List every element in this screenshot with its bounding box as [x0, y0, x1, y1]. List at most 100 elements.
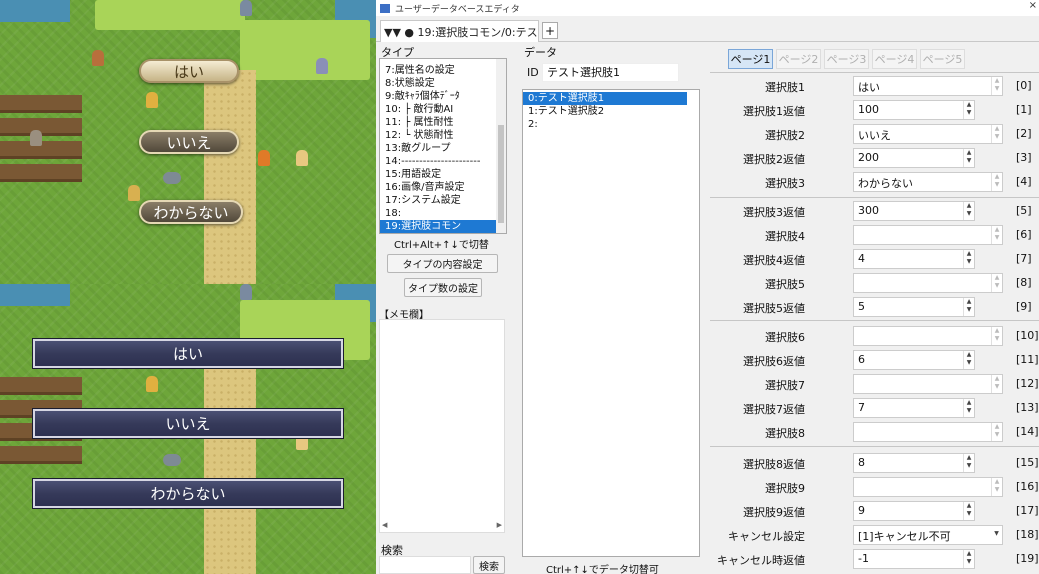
document-tab[interactable]: ▼▼ ● 19:選択肢コモン/0:テス…: [380, 20, 539, 42]
number-input[interactable]: 4 ▲ ▼: [853, 249, 975, 269]
close-icon[interactable]: ×: [1029, 0, 1039, 11]
data-list[interactable]: 0:テスト選択肢1 1:テスト選択肢2 2:: [522, 89, 700, 557]
type-count-settings-button[interactable]: タイプ数の設定: [404, 278, 482, 297]
choice-oval-top-1: いいえ: [139, 130, 239, 154]
scroll-arrows-icon[interactable]: ▲ ▼: [991, 478, 1002, 496]
type-list-item[interactable]: 7:属性名の設定: [380, 64, 506, 77]
number-input[interactable]: 300 ▲ ▼: [853, 201, 975, 221]
type-list-item[interactable]: 11: ├ 属性耐性: [380, 116, 506, 129]
page-tab-2[interactable]: ページ2: [776, 49, 821, 69]
text-input[interactable]: ▲ ▼: [853, 273, 1003, 293]
spinner-icon[interactable]: ▲ ▼: [963, 202, 974, 220]
spinner-icon[interactable]: ▲ ▼: [963, 351, 974, 369]
number-input[interactable]: 9 ▲ ▼: [853, 501, 975, 521]
spinner-icon[interactable]: ▲ ▼: [963, 298, 974, 316]
spinner-icon[interactable]: ▲ ▼: [963, 502, 974, 520]
field-row: 選択肢5返値 5 ▲ ▼ [9]: [712, 296, 1037, 318]
text-input[interactable]: ▲ ▼: [853, 374, 1003, 394]
text-input[interactable]: ▲ ▼: [853, 225, 1003, 245]
spinner-icon[interactable]: ▲ ▼: [963, 149, 974, 167]
scroll-arrows-icon[interactable]: ▲ ▼: [991, 327, 1002, 345]
field-index: [9]: [1016, 300, 1032, 313]
app-icon: [380, 3, 390, 13]
scroll-arrows-icon[interactable]: ▲ ▼: [991, 375, 1002, 393]
type-list-item[interactable]: 17:システム設定: [380, 194, 506, 207]
dropdown-arrow-icon[interactable]: ▼: [991, 526, 1002, 544]
type-content-settings-button[interactable]: タイプの内容設定: [387, 254, 498, 273]
scrollbar-thumb[interactable]: [498, 125, 504, 223]
field-index: [17]: [1016, 504, 1039, 517]
field-label: 選択肢4: [765, 230, 805, 243]
number-input[interactable]: 7 ▲ ▼: [853, 398, 975, 418]
villager-sprite: [296, 150, 308, 166]
type-list-item[interactable]: 8:状態設定: [380, 77, 506, 90]
type-list-item[interactable]: 19:選択肢コモン: [380, 220, 506, 233]
data-list-item[interactable]: 1:テスト選択肢2: [523, 105, 687, 118]
search-button[interactable]: 検索: [473, 556, 505, 574]
text-input[interactable]: わからない ▲ ▼: [853, 172, 1003, 192]
text-input[interactable]: ▲ ▼: [853, 326, 1003, 346]
data-list-item[interactable]: 0:テスト選択肢1: [523, 92, 687, 105]
add-tab-button[interactable]: +: [542, 22, 558, 39]
field-row: 選択肢3 わからない ▲ ▼ [4]: [712, 171, 1037, 193]
type-list-item[interactable]: 12: └ 状態耐性: [380, 129, 506, 142]
field-value: 7: [858, 401, 865, 414]
scroll-left-icon[interactable]: ◀: [382, 521, 387, 529]
dirt-path: [204, 70, 256, 284]
scroll-arrows-icon[interactable]: ▲ ▼: [991, 226, 1002, 244]
type-list-item[interactable]: 9:敵ｷｬﾗ個体ﾃﾞｰﾀ: [380, 90, 506, 103]
type-list-item[interactable]: 18:: [380, 207, 506, 220]
grass-patch: [240, 20, 370, 80]
field-index: [0]: [1016, 79, 1032, 92]
field-row: 選択肢1 はい ▲ ▼ [0]: [712, 75, 1037, 97]
scroll-arrows-icon[interactable]: ▲ ▼: [991, 173, 1002, 191]
type-list-item[interactable]: 15:用語設定: [380, 168, 506, 181]
memo-textarea[interactable]: ◀ ▶: [379, 319, 505, 533]
field-label: キャンセル時返値: [717, 554, 805, 567]
scroll-arrows-icon[interactable]: ▲ ▼: [991, 423, 1002, 441]
field-label: 選択肢3: [765, 177, 805, 190]
scroll-arrows-icon[interactable]: ▲ ▼: [991, 125, 1002, 143]
text-input[interactable]: ▲ ▼: [853, 477, 1003, 497]
field-index: [18]: [1016, 528, 1039, 541]
type-list-item[interactable]: 10: ├ 敵行動AI: [380, 103, 506, 116]
page-tab-3[interactable]: ページ3: [824, 49, 869, 69]
scroll-arrows-icon[interactable]: ▲ ▼: [991, 274, 1002, 292]
number-input[interactable]: 100 ▲ ▼: [853, 100, 975, 120]
number-input[interactable]: 6 ▲ ▼: [853, 350, 975, 370]
cancel-select[interactable]: [1]キャンセル不可 ▼: [853, 525, 1003, 545]
text-input[interactable]: いいえ ▲ ▼: [853, 124, 1003, 144]
type-list[interactable]: 7:属性名の設定 8:状態設定 9:敵ｷｬﾗ個体ﾃﾞｰﾀ 10: ├ 敵行動AI 11:…: [379, 58, 507, 234]
choice-oval-top-0: はい: [139, 59, 239, 83]
type-list-item[interactable]: 16:画像/音声設定: [380, 181, 506, 194]
search-input[interactable]: [379, 556, 471, 574]
type-list-scrollbar[interactable]: [496, 59, 506, 233]
page-tab-4[interactable]: ページ4: [872, 49, 917, 69]
page-tab-1[interactable]: ページ1: [728, 49, 773, 69]
number-input[interactable]: -1 ▲ ▼: [853, 549, 975, 569]
spinner-icon[interactable]: ▲ ▼: [963, 550, 974, 568]
crop-field: [0, 95, 82, 113]
number-input[interactable]: 8 ▲ ▼: [853, 453, 975, 473]
villager-sprite: [258, 150, 270, 166]
type-list-item[interactable]: 13:敵グループ: [380, 142, 506, 155]
number-input[interactable]: 5 ▲ ▼: [853, 297, 975, 317]
villager-sprite: [128, 185, 140, 201]
field-row: 選択肢2 いいえ ▲ ▼ [2]: [712, 123, 1037, 145]
field-row: 選択肢4 ▲ ▼ [6]: [712, 224, 1037, 246]
type-list-item[interactable]: 14:----------------------: [380, 155, 506, 168]
spinner-icon[interactable]: ▲ ▼: [963, 454, 974, 472]
scroll-arrows-icon[interactable]: ▲ ▼: [991, 77, 1002, 95]
text-input[interactable]: ▲ ▼: [853, 422, 1003, 442]
spinner-icon[interactable]: ▲ ▼: [963, 101, 974, 119]
data-list-item[interactable]: 2:: [523, 118, 687, 131]
choice-label: わからない: [153, 203, 229, 222]
id-name-field[interactable]: テスト選択肢1: [542, 63, 679, 82]
spinner-icon[interactable]: ▲ ▼: [963, 399, 974, 417]
field-row: 選択肢4返値 4 ▲ ▼ [7]: [712, 248, 1037, 270]
number-input[interactable]: 200 ▲ ▼: [853, 148, 975, 168]
scroll-right-icon[interactable]: ▶: [497, 521, 502, 529]
spinner-icon[interactable]: ▲ ▼: [963, 250, 974, 268]
text-input[interactable]: はい ▲ ▼: [853, 76, 1003, 96]
page-tab-5[interactable]: ページ5: [920, 49, 965, 69]
